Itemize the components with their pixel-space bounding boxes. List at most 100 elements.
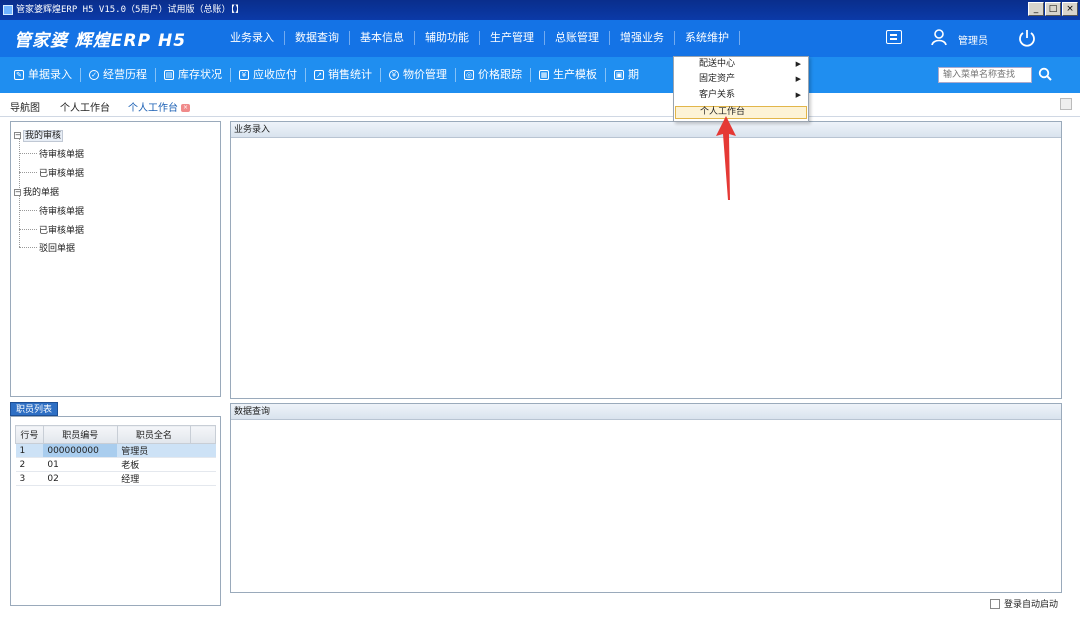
column-header[interactable]: 行号 [15, 425, 44, 444]
row-number: 2 [15, 457, 44, 472]
quick-toolbar: ✎ 单据录入 ✓ 经营历程 ▤ 库存状况 ¥ 应收应付 ↗ 销售统计 ¥ 物价管理 ◎ 价格跟… [0, 57, 1080, 93]
menu-aux-functions[interactable]: 辅助功能 [415, 31, 480, 45]
tree-label: 我的单据 [23, 188, 60, 198]
menu-item-personal-workbench[interactable]: 个人工作台 [675, 106, 807, 119]
tree-node-docs-pending[interactable]: 待审核单据 [39, 204, 84, 217]
submenu-arrow-icon: ▶ [795, 60, 801, 68]
tool-label: 单据录入 [28, 68, 72, 81]
tab-personal-workbench[interactable]: 个人工作台 [60, 99, 110, 114]
window-title-bar: 管家婆辉煌ERP H5 V15.0（5用户）试用版（总账）【】 _ □ × [0, 0, 1080, 20]
tree-node-pending-review[interactable]: 待审核单据 [39, 147, 84, 160]
employee-code[interactable]: 000000000 [43, 443, 118, 458]
doc-icon: ▦ [539, 70, 549, 80]
employee-name[interactable]: 经理 [117, 471, 191, 486]
collapse-icon[interactable]: − [14, 189, 21, 196]
close-tab-icon[interactable]: × [181, 104, 190, 112]
menu-item-label: 配送中心 [699, 59, 736, 69]
tool-label: 期 [628, 68, 639, 81]
tool-sales-statistics[interactable]: ↗ 销售统计 [306, 68, 381, 82]
auto-login-checkbox[interactable] [990, 598, 1000, 609]
chart-icon: ↗ [314, 70, 324, 80]
menu-item-customer-relations[interactable]: 客户关系 ▶ [675, 89, 807, 102]
collapse-icon[interactable]: − [14, 132, 21, 139]
table-row[interactable]: 3 02 经理 [15, 471, 216, 486]
tree-node-my-review[interactable]: − 我的审核 [14, 128, 64, 142]
submenu-arrow-icon: ▶ [795, 75, 801, 83]
calendar-icon: ▤ [164, 70, 174, 80]
menu-general-ledger[interactable]: 总账管理 [545, 31, 610, 45]
menu-production[interactable]: 生产管理 [480, 31, 545, 45]
tree-node-my-docs[interactable]: − 我的单据 [14, 185, 59, 198]
menu-item-fixed-assets[interactable]: 固定资产 ▶ [675, 73, 807, 86]
menu-business-entry[interactable]: 业务录入 [220, 31, 285, 45]
menu-item-label: 固定资产 [699, 74, 736, 84]
employee-list-tab[interactable]: 职员列表 [10, 402, 59, 416]
close-button[interactable]: × [1062, 2, 1078, 16]
main-header: 管家婆 辉煌ERP H5 业务录入 数据查询 基本信息 辅助功能 生产管理 总账… [0, 20, 1080, 57]
restore-icon[interactable] [1060, 98, 1072, 110]
tool-price-management[interactable]: ¥ 物价管理 [381, 68, 456, 82]
tool-price-tracking[interactable]: ◎ 价格跟踪 [456, 68, 531, 82]
tree-guide [19, 210, 37, 211]
maximize-button[interactable]: □ [1045, 2, 1061, 16]
tool-period[interactable]: ▣ 期 [606, 68, 647, 82]
tree-node-docs-reviewed[interactable]: 已审核单据 [39, 223, 84, 236]
power-icon[interactable] [1018, 29, 1036, 47]
tool-label: 库存状况 [178, 68, 222, 81]
tab-strip: 导航图 个人工作台 个人工作台 × [0, 93, 1080, 117]
enhanced-business-dropdown: 配送中心 ▶ 固定资产 ▶ 客户关系 ▶ 个人工作台 [673, 56, 809, 122]
tree-guide [19, 247, 37, 248]
quick-tools: ✎ 单据录入 ✓ 经营历程 ▤ 库存状况 ¥ 应收应付 ↗ 销售统计 ¥ 物价管理 ◎ 价格跟… [14, 68, 647, 82]
annotation-arrow-icon [716, 116, 736, 200]
data-query-section: 数据查询 [230, 403, 1062, 593]
table-row[interactable]: 1 000000000 管理员 [15, 443, 216, 458]
tab-personal-workbench-active[interactable]: 个人工作台 × [128, 99, 190, 114]
user-name[interactable]: 管理员 [958, 32, 988, 47]
row-filler [190, 471, 216, 486]
auto-login-option[interactable]: 登录自动启动 [990, 597, 1058, 610]
tool-label: 生产模板 [553, 68, 597, 81]
tree-node-docs-rejected[interactable]: 驳回单据 [39, 241, 75, 254]
employee-table: 行号 职员编号 职员全名 1 000000000 管理员 2 01 老板 3 0… [15, 425, 216, 486]
menu-item-distribution-center[interactable]: 配送中心 ▶ [675, 58, 807, 71]
tool-document-entry[interactable]: ✎ 单据录入 [14, 68, 81, 82]
tool-production-template[interactable]: ▦ 生产模板 [531, 68, 606, 82]
tool-label: 物价管理 [403, 68, 447, 81]
tool-label: 价格跟踪 [478, 68, 522, 81]
search-icon[interactable] [1038, 67, 1052, 81]
row-number: 1 [15, 443, 44, 458]
employee-name[interactable]: 管理员 [117, 443, 191, 458]
menu-search-input[interactable] [938, 67, 1032, 83]
column-header[interactable]: 职员编号 [42, 425, 118, 444]
tree-guide [19, 153, 37, 154]
menu-basic-info[interactable]: 基本信息 [350, 31, 415, 45]
employee-code[interactable]: 01 [43, 457, 118, 472]
tool-inventory-status[interactable]: ▤ 库存状况 [156, 68, 231, 82]
tree-guide [19, 192, 20, 247]
table-row[interactable]: 2 01 老板 [15, 457, 216, 472]
tree-node-reviewed[interactable]: 已审核单据 [39, 166, 84, 179]
menu-data-query[interactable]: 数据查询 [285, 31, 350, 45]
row-number: 3 [15, 471, 44, 486]
menu-system-maintenance[interactable]: 系统维护 [675, 31, 740, 45]
employee-code[interactable]: 02 [43, 471, 118, 486]
tab-navigation[interactable]: 导航图 [10, 99, 40, 114]
column-header-filler [190, 425, 216, 444]
section-title: 数据查询 [231, 404, 1061, 420]
employee-name[interactable]: 老板 [117, 457, 191, 472]
tool-business-history[interactable]: ✓ 经营历程 [81, 68, 156, 82]
ledger-icon: ¥ [239, 70, 249, 80]
user-icon[interactable] [930, 28, 948, 46]
menu-item-label: 客户关系 [699, 90, 736, 100]
minimize-button[interactable]: _ [1028, 2, 1044, 16]
tree-guide [19, 229, 37, 230]
check-circle-icon: ✓ [89, 70, 99, 80]
tool-receivable-payable[interactable]: ¥ 应收应付 [231, 68, 306, 82]
menu-enhanced-business[interactable]: 增强业务 [610, 31, 675, 45]
column-header[interactable]: 职员全名 [116, 425, 192, 444]
window-title: 管家婆辉煌ERP H5 V15.0（5用户）试用版（总账）【】 [16, 5, 244, 15]
tab-label: 个人工作台 [128, 103, 178, 114]
row-filler [190, 443, 216, 458]
message-icon[interactable] [886, 30, 902, 44]
app-icon [3, 5, 13, 15]
